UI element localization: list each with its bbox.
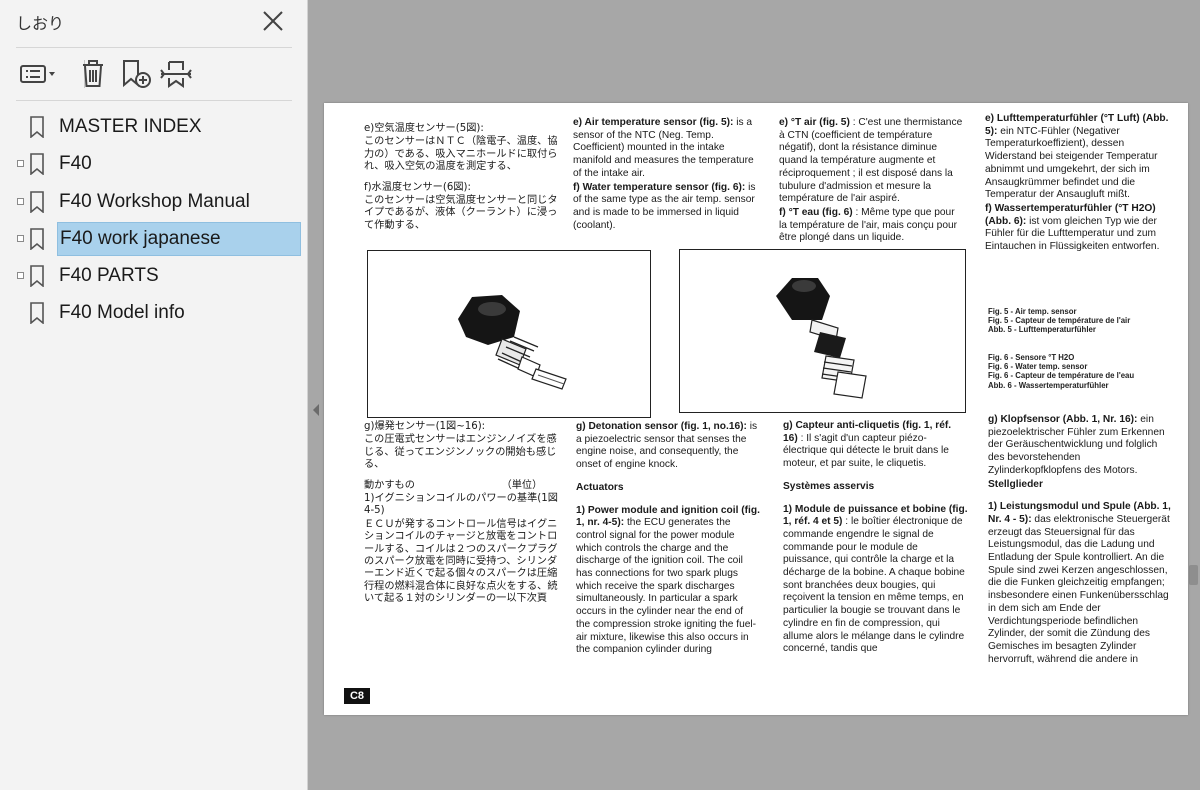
fr-text-bottom: g) Capteur anti-cliquetis (fig. 1, réf. … [783,420,968,657]
scrollbar-thumb[interactable] [1189,565,1198,585]
de-body: das elektronische Steuergerät erzeugt da… [988,513,1170,665]
jp-line: この圧電式センサーはエンジンノイズを感じる、従ってエンジンノックの開始も感じる、 [364,434,557,471]
jp-line: 1)イグニションコイルのパワーの基準(1図4-5) [364,493,558,517]
figure-air-temp-sensor [367,250,651,418]
en-section-heading: Actuators [576,481,624,493]
bookmark-icon [30,191,44,213]
bookmark-label: F40 Workshop Manual [59,191,250,212]
en-heading: f) Water temperature sensor (fig. 6): [573,181,746,193]
de-text-top: e) Lufttemperaturfühler (°T Luft) (Abb. … [985,113,1170,255]
bookmark-item-master-index[interactable]: MASTER INDEX [0,110,308,144]
bookmark-label: F40 work japanese [57,222,301,256]
bookmark-item-f40-model-info[interactable]: F40 Model info [0,296,308,330]
bookmark-toolbar [16,47,292,101]
en-heading: e) Air temperature sensor (fig. 5): [573,117,734,128]
en-text-top: e) Air temperature sensor (fig. 5): is a… [573,117,757,233]
jp-line: e)空気温度センサー(5図): [364,123,484,134]
close-icon[interactable] [260,8,286,34]
jp-line: 動かすもの （単位） [364,479,543,491]
fr-heading: f) °T eau (fig. 6) [779,206,853,218]
en-heading: g) Detonation sensor (fig. 1, no.16): [576,421,747,432]
jp-text-top: e)空気温度センサー(5図): このセンサーはＮＴＣ（陰電子、温度、協力の）であ… [364,123,558,240]
caption-line: Fig. 6 - Capteur de température de l'eau [988,371,1135,381]
bookmark-icon [30,265,44,287]
bookmarks-panel: しおり MASTER INDEX F40 F40 Workshop Manual… [0,0,308,790]
de-body: ein NTC-Fühler (Negativer Temperaturkoef… [985,125,1158,201]
figure-5-caption: Fig. 5 - Air temp. sensor Fig. 5 - Capte… [988,307,1130,335]
figure-6-caption: Fig. 6 - Sensore °T H2O Fig. 6 - Water t… [988,353,1134,390]
jp-line: ＥＣＵが発するコントロール信号はイグニションコイルのチャージと放電をコントロール… [364,518,558,605]
en-body: the ECU generates the control signal for… [576,517,757,656]
jp-line: このセンサーはＮＴＣ（陰電子、温度、協力の）である、吸入マニホールドに取付られ、… [364,136,558,173]
de-text-bottom: g) Klopfsensor (Abb. 1, Nr. 16): ein pie… [988,414,1172,667]
fr-body: : Il s'agit d'un capteur piézo-électriqu… [783,432,949,470]
jp-line: g)爆発センサー(1図~16): [364,421,486,432]
sensor-illustration [776,278,867,399]
fr-body: : C'est une thermistance à CTN (coeffici… [779,117,963,205]
caption-line: Fig. 6 - Sensore °T H2O [988,353,1075,362]
expand-toggle[interactable] [17,198,24,205]
expand-toggle[interactable] [17,272,24,279]
collapse-panel-icon[interactable] [308,398,324,422]
caption-line: Fig. 5 - Air temp. sensor [988,307,1077,316]
document-page: e)空気温度センサー(5図): このセンサーはＮＴＣ（陰電子、温度、協力の）であ… [324,103,1188,715]
new-bookmark-icon[interactable] [118,58,154,90]
fr-heading: e) °T air (fig. 5) [779,117,850,128]
bookmark-icon [30,153,44,175]
delete-bookmark-icon[interactable] [78,58,108,90]
jp-text-bottom: g)爆発センサー(1図~16): この圧電式センサーはエンジンノイズを感じる、従… [364,421,560,614]
caption-line: Fig. 6 - Water temp. sensor [988,362,1088,372]
bookmark-label: F40 Model info [59,302,185,323]
bookmark-item-f40-workshop-manual[interactable]: F40 Workshop Manual [0,185,308,219]
jp-line: f)水温度センサー(6図): [364,181,471,193]
sensor-illustration [458,295,567,390]
expand-toggle[interactable] [17,235,24,242]
bookmark-label: MASTER INDEX [59,116,202,137]
caption-line: Abb. 5 - Lufttemperaturfühler [988,325,1096,335]
de-heading: g) Klopfsensor (Abb. 1, Nr. 16): [988,414,1138,425]
bookmark-label: F40 PARTS [59,265,159,286]
bookmark-item-f40[interactable]: F40 [0,147,308,181]
fr-text-top: e) °T air (fig. 5) : C'est une thermista… [779,117,965,246]
expand-bookmark-icon[interactable] [158,58,194,90]
bookmark-icon [30,302,44,324]
panel-title: しおり [16,14,65,33]
bookmark-label: F40 [59,153,92,174]
fr-body: : le boîtier électronique de commande en… [783,516,965,655]
bookmark-icon [30,228,44,250]
bookmark-item-f40-work-japanese[interactable]: F40 work japanese [0,222,308,256]
bookmark-item-f40-parts[interactable]: F40 PARTS [0,259,308,293]
bookmark-options-icon[interactable] [18,58,58,90]
figure-water-temp-sensor [679,249,966,413]
en-text-bottom: g) Detonation sensor (fig. 1, no.16): is… [576,421,760,658]
page-number: C8 [344,688,370,704]
caption-line: Abb. 6 - Wassertemperaturfühler [988,380,1109,390]
fr-section-heading: Systèmes asservis [783,480,875,492]
bookmark-icon [30,116,44,138]
vertical-scrollbar[interactable] [1186,0,1200,790]
de-section-heading: Stellglieder [988,478,1043,490]
jp-line: このセンサーは空気温度センサーと同じタイプであるが、液体（クーラント）に浸って作… [364,195,558,231]
expand-toggle[interactable] [17,160,24,167]
caption-line: Fig. 5 - Capteur de température de l'air [988,316,1131,326]
